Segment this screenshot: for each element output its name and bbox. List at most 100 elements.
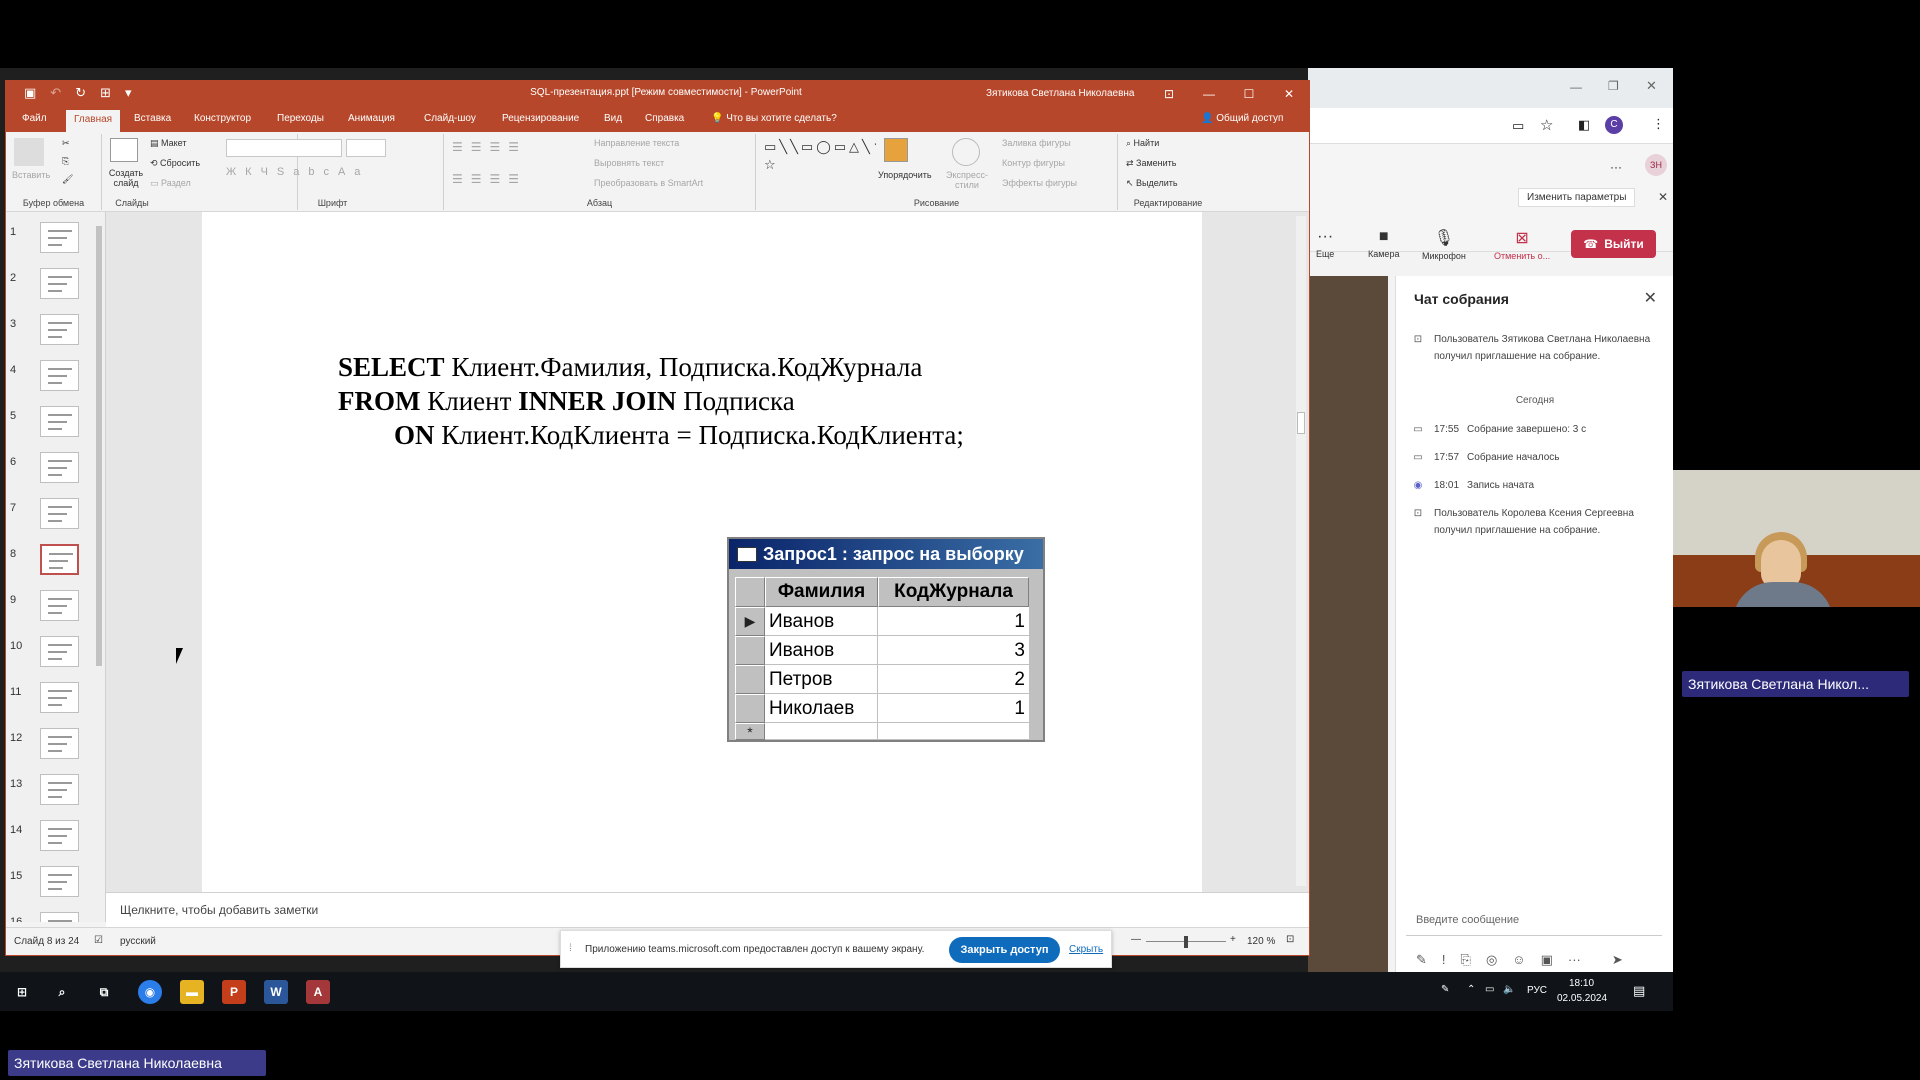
word-icon[interactable]: W	[264, 980, 288, 1004]
more-options-icon[interactable]: ···	[1568, 952, 1581, 968]
attach-icon[interactable]: ⎘	[1461, 952, 1471, 968]
chrome-icon[interactable]: ◉	[138, 980, 162, 1004]
zoom-in-icon[interactable]: +	[1230, 934, 1236, 945]
restore-icon[interactable]: ❐	[1608, 79, 1619, 93]
tab-home[interactable]: Главная	[66, 110, 121, 132]
share-button[interactable]: 👤 Общий доступ	[1201, 113, 1283, 124]
tray-chevron-icon[interactable]: ⌃	[1467, 984, 1475, 995]
stop-sharing-button[interactable]: Закрыть доступ	[949, 937, 1060, 963]
tab-view[interactable]: Вид	[604, 113, 622, 124]
leave-button[interactable]: ☎ Выйти	[1571, 230, 1656, 258]
tab-file[interactable]: Файл	[22, 113, 47, 124]
close-icon[interactable]: ✕	[1646, 78, 1657, 94]
convert-smartart-button[interactable]: Преобразовать в SmartArt	[594, 178, 703, 188]
cancel-share-button[interactable]: ⊠ Отменить о...	[1494, 228, 1550, 261]
more-dots-icon[interactable]: ···	[1610, 160, 1622, 174]
replace-button[interactable]: ⇄ Заменить	[1126, 158, 1177, 169]
font-size-input[interactable]	[346, 139, 386, 157]
close-icon[interactable]: ✕	[1269, 81, 1309, 108]
windows-start-icon[interactable]: ⊞	[10, 980, 34, 1004]
more-button[interactable]: ··· Еще	[1316, 228, 1334, 259]
paste-icon[interactable]	[14, 138, 44, 166]
pen-icon[interactable]: ✎	[1441, 984, 1449, 995]
account-name[interactable]: Зятикова Светлана Николаевна	[986, 88, 1134, 99]
slide-scrollbar[interactable]	[1296, 216, 1306, 886]
layout-button[interactable]: ▤ Макет	[150, 138, 187, 149]
select-button[interactable]: ↖ Выделить	[1126, 178, 1178, 189]
undo-icon[interactable]: ↶	[50, 85, 61, 101]
access-icon[interactable]: A	[306, 980, 330, 1004]
tab-slideshow[interactable]: Слайд-шоу	[424, 113, 476, 124]
reset-button[interactable]: ⟲ Сбросить	[150, 158, 200, 169]
task-view-icon[interactable]: ⧉	[92, 980, 116, 1004]
star-icon[interactable]: ☆	[1540, 116, 1553, 134]
quick-styles-button[interactable]: Экспресс-стили	[942, 170, 992, 190]
scroll-thumb[interactable]	[1297, 412, 1305, 434]
file-explorer-icon[interactable]: ▬	[180, 980, 204, 1004]
save-icon[interactable]: ▣	[24, 85, 36, 101]
slide-canvas[interactable]: SELECT Клиент.Фамилия, Подписка.КодЖурна…	[202, 212, 1202, 892]
avatar[interactable]: ЗН	[1645, 154, 1667, 176]
zoom-level[interactable]: 120 %	[1247, 936, 1275, 947]
profile-avatar[interactable]: C	[1605, 116, 1623, 134]
loop-icon[interactable]: ◎	[1486, 952, 1497, 968]
close-chat-icon[interactable]: ✕	[1644, 288, 1657, 308]
camera-button[interactable]: ■ Камера	[1368, 228, 1399, 259]
shapes-gallery[interactable]: ▭╲╲▭◯▭△╲↘▭⇨⇩▭↶╱⌒{}☆	[764, 138, 876, 192]
paste-button[interactable]: Вставить	[12, 170, 50, 180]
hide-banner-link[interactable]: Скрыть	[1069, 944, 1103, 955]
find-button[interactable]: ⌕ Найти	[1126, 138, 1159, 149]
tab-design[interactable]: Конструктор	[194, 113, 251, 124]
menu-icon[interactable]: ⋮	[1652, 116, 1665, 132]
notifications-icon[interactable]: ▤	[1633, 983, 1645, 999]
shape-fill-button[interactable]: Заливка фигуры	[1002, 138, 1071, 148]
camera-icon[interactable]: ▭	[1512, 118, 1524, 134]
zoom-out-icon[interactable]: —	[1131, 934, 1141, 945]
send-icon[interactable]: ➤	[1612, 952, 1623, 968]
thumbnail-scrollbar[interactable]	[94, 216, 104, 916]
sidepanel-icon[interactable]: ◧	[1578, 117, 1590, 133]
cut-icon[interactable]: ✂	[62, 138, 70, 149]
align-text-button[interactable]: Выровнять текст	[594, 158, 664, 168]
align-buttons[interactable]: ☰☰☰☰	[452, 172, 527, 186]
clock-time[interactable]: 18:10	[1569, 978, 1594, 989]
redo-icon[interactable]: ↻	[75, 85, 86, 101]
drag-handle-icon[interactable]: ⁞	[569, 943, 572, 954]
text-direction-button[interactable]: Направление текста	[594, 138, 679, 148]
copy-icon[interactable]: ⎘	[62, 156, 69, 167]
arrange-icon[interactable]	[884, 138, 908, 162]
font-name-input[interactable]	[226, 139, 342, 157]
ribbon-display-icon[interactable]: ⊡	[1149, 81, 1189, 108]
minimize-icon[interactable]: —	[1570, 80, 1582, 94]
tab-animations[interactable]: Анимация	[348, 113, 395, 124]
fit-slide-icon[interactable]: ⊡	[1286, 934, 1294, 945]
mic-button[interactable]: 🎙 Микрофон	[1422, 228, 1466, 261]
scroll-thumb[interactable]	[96, 226, 102, 666]
input-language[interactable]: РУС	[1527, 985, 1547, 996]
zoom-slider-thumb[interactable]	[1184, 936, 1188, 948]
quick-styles-icon[interactable]	[952, 138, 980, 166]
tab-transitions[interactable]: Переходы	[277, 113, 324, 124]
important-icon[interactable]: !	[1442, 952, 1446, 968]
new-slide-icon[interactable]	[110, 138, 138, 162]
section-button[interactable]: ▭ Раздел	[150, 178, 191, 189]
emoji-icon[interactable]: ☺	[1512, 952, 1525, 968]
spellcheck-icon[interactable]: ☑	[94, 935, 103, 946]
search-icon[interactable]: ⌕	[50, 980, 74, 1004]
gif-icon[interactable]: ▣	[1541, 952, 1553, 968]
arrange-button[interactable]: Упорядочить	[878, 170, 932, 180]
network-icon[interactable]: ▭	[1485, 984, 1494, 995]
format-icon[interactable]: ✎	[1416, 952, 1427, 968]
close-icon[interactable]: ✕	[1658, 190, 1668, 204]
change-params-button[interactable]: Изменить параметры	[1518, 188, 1636, 207]
shape-outline-button[interactable]: Контур фигуры	[1002, 158, 1065, 168]
volume-icon[interactable]: 🔈	[1503, 984, 1515, 995]
maximize-icon[interactable]: ☐	[1229, 81, 1269, 108]
notes-pane[interactable]: Щелкните, чтобы добавить заметки	[106, 892, 1309, 927]
new-slide-button[interactable]: Создать слайд	[106, 168, 146, 188]
tab-insert[interactable]: Вставка	[134, 113, 171, 124]
tab-help[interactable]: Справка	[645, 113, 684, 124]
format-painter-icon[interactable]: 🖌	[62, 174, 73, 185]
minimize-icon[interactable]: —	[1189, 81, 1229, 108]
tab-review[interactable]: Рецензирование	[502, 113, 579, 124]
